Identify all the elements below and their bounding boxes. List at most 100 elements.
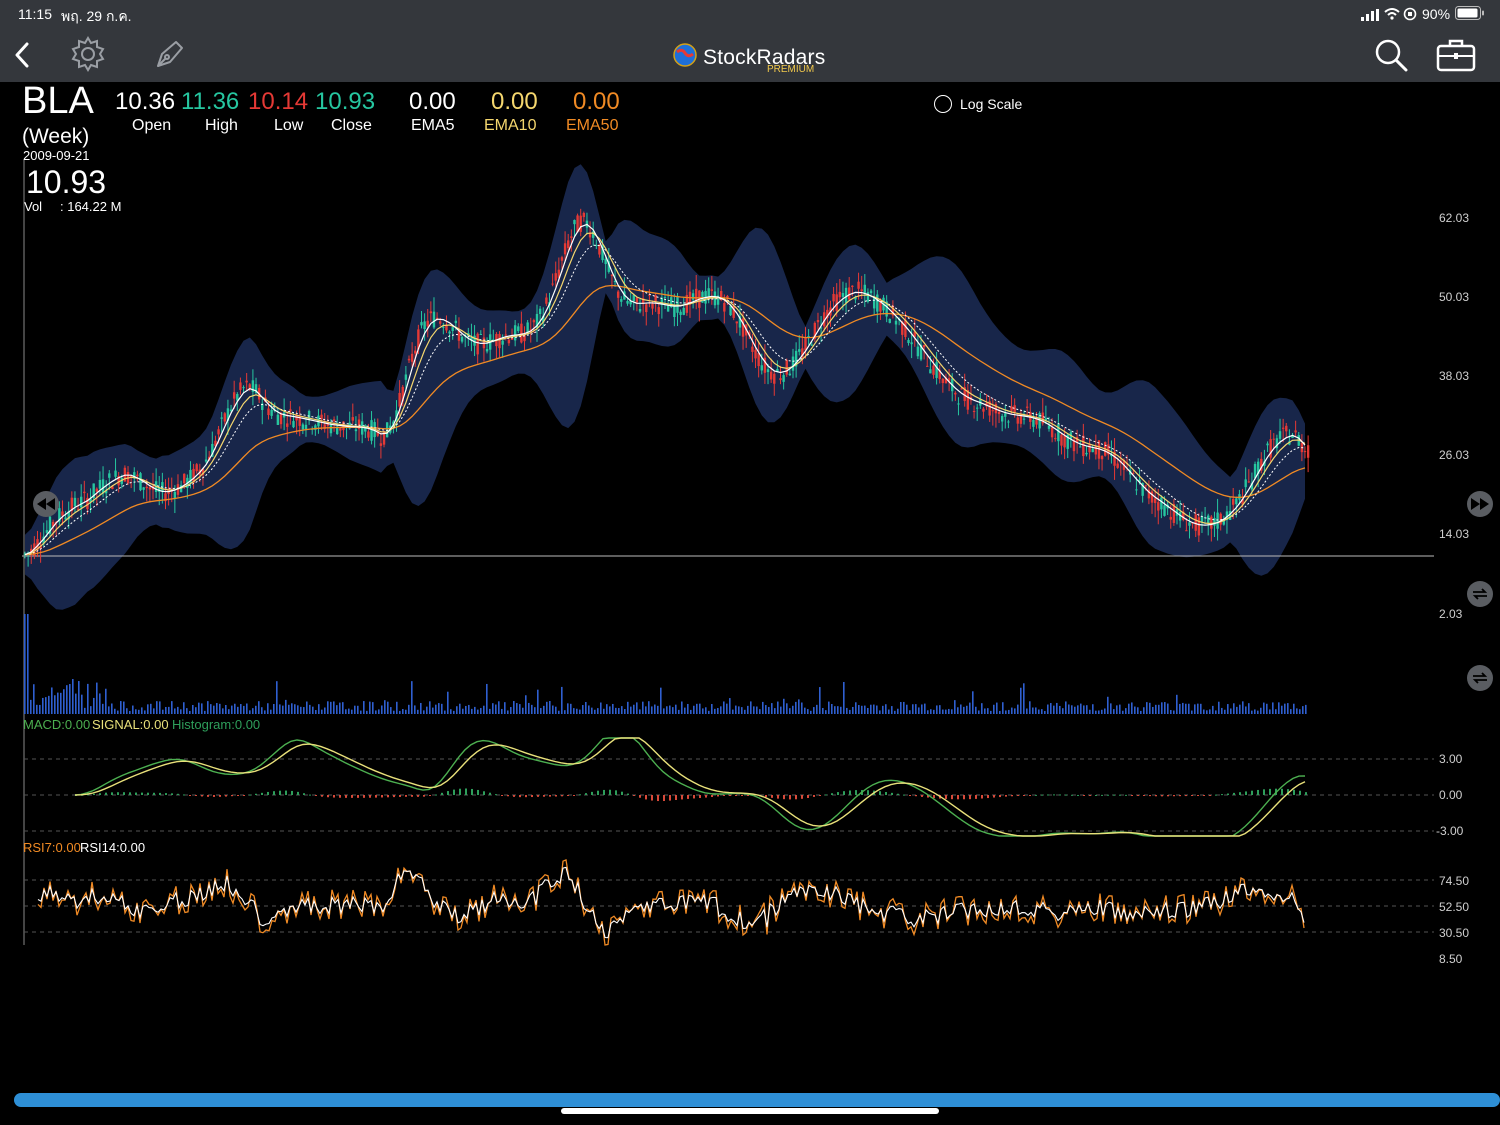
macd-histogram-bar xyxy=(159,792,161,795)
volume-bar xyxy=(285,699,287,714)
macd-histogram-bar xyxy=(411,795,413,797)
macd-histogram-bar xyxy=(651,795,653,801)
candle-body xyxy=(1244,479,1247,488)
candle-body xyxy=(1160,497,1163,510)
macd-histogram-bar xyxy=(483,791,485,795)
candle-body xyxy=(1247,481,1251,483)
macd-histogram-bar xyxy=(423,795,425,797)
candle-body xyxy=(957,403,960,405)
volume-bar xyxy=(1026,708,1028,714)
volume-bar xyxy=(597,708,599,714)
macd-histogram-bar xyxy=(909,795,911,796)
volume-bar xyxy=(144,710,146,714)
volume-bar xyxy=(963,706,965,714)
candle-body xyxy=(579,215,582,232)
volume-bar xyxy=(1116,705,1118,714)
volume-bar xyxy=(1197,703,1199,714)
volume-bar xyxy=(960,704,962,714)
volume-bar xyxy=(1170,709,1172,714)
macd-histogram-bar xyxy=(1293,789,1295,795)
macd-histogram-bar xyxy=(309,794,311,796)
macd-histogram-bar xyxy=(1197,795,1199,796)
candle-body xyxy=(1047,425,1051,429)
volume-bar xyxy=(1044,710,1046,714)
volume-bar xyxy=(591,707,593,714)
volume-bar xyxy=(132,705,134,714)
macd-histogram-bar xyxy=(975,795,977,799)
candle-body xyxy=(769,371,773,380)
volume-bar xyxy=(609,706,611,714)
rewind-button[interactable] xyxy=(33,491,59,517)
candle-body xyxy=(929,369,932,374)
volume-bar xyxy=(816,704,818,714)
volume-bar xyxy=(1296,708,1298,714)
volume-bar xyxy=(78,681,80,714)
volume-bar xyxy=(261,707,263,714)
candle-body xyxy=(635,297,639,303)
candle-body xyxy=(1050,427,1054,438)
volume-bar xyxy=(996,702,998,714)
rsi14-legend: RSI14:0.00 xyxy=(80,840,146,855)
volume-bar xyxy=(588,705,590,714)
volume-bar xyxy=(171,701,173,714)
volume-bar xyxy=(1134,706,1136,714)
volume-bar xyxy=(792,705,794,714)
candle-body xyxy=(1231,498,1235,505)
volume-bar xyxy=(1053,705,1055,714)
macd-histogram-bar xyxy=(657,795,659,802)
volume-bar xyxy=(1092,704,1094,714)
volume-bar xyxy=(1107,696,1109,714)
volume-bar xyxy=(576,708,578,714)
macd-axis-label: -3.00 xyxy=(1436,824,1464,838)
volume-bar xyxy=(453,710,455,714)
volume-bar xyxy=(624,709,626,714)
volume-bar xyxy=(1239,704,1241,714)
volume-bar xyxy=(102,703,104,714)
macd-histogram-bar xyxy=(867,790,869,795)
macd-histogram-bar xyxy=(735,795,737,796)
volume-bar xyxy=(447,691,449,714)
volume-bar xyxy=(174,708,176,714)
macd-histogram-bar xyxy=(567,795,569,796)
candle-body xyxy=(847,287,851,300)
candle-body xyxy=(1210,516,1213,529)
stock-chart[interactable] xyxy=(0,0,1500,1125)
volume-bar xyxy=(486,683,488,714)
macd-histogram-bar xyxy=(765,795,767,798)
volume-bar xyxy=(651,706,653,714)
candle-body xyxy=(810,344,813,346)
candle-body xyxy=(935,362,938,378)
candle-body xyxy=(142,487,145,490)
chart-scrollbar[interactable] xyxy=(14,1093,1500,1107)
swap-indicator-button-2[interactable] xyxy=(1467,665,1493,691)
volume-bar xyxy=(1137,707,1139,714)
macd-histogram-bar xyxy=(1005,795,1007,797)
volume-bar xyxy=(402,709,404,714)
volume-bar xyxy=(858,705,860,714)
volume-bar xyxy=(1299,709,1301,714)
volume-bar xyxy=(777,701,779,714)
volume-bar xyxy=(207,701,209,714)
macd-histogram-bar xyxy=(885,791,887,795)
volume-bar xyxy=(63,689,65,714)
volume-bar xyxy=(399,710,401,714)
candle-body xyxy=(626,301,629,304)
volume-bar xyxy=(891,706,893,714)
volume-bar xyxy=(735,705,737,714)
volume-bar xyxy=(846,707,848,714)
candle-body xyxy=(554,273,557,281)
candle-body xyxy=(267,408,270,416)
macd-histogram-bar xyxy=(639,795,641,798)
volume-bar xyxy=(855,702,857,714)
volume-bar xyxy=(864,705,866,714)
candle-body xyxy=(1285,425,1288,432)
volume-bar xyxy=(639,709,641,714)
volume-bar xyxy=(360,710,362,714)
fast-forward-button[interactable] xyxy=(1467,491,1493,517)
volume-bar xyxy=(678,709,680,714)
volume-bar xyxy=(669,705,671,714)
volume-bar xyxy=(1224,709,1226,714)
swap-indicator-button[interactable] xyxy=(1467,581,1493,607)
macd-axis-label: 0.00 xyxy=(1439,788,1463,802)
candle-body xyxy=(1294,430,1297,433)
